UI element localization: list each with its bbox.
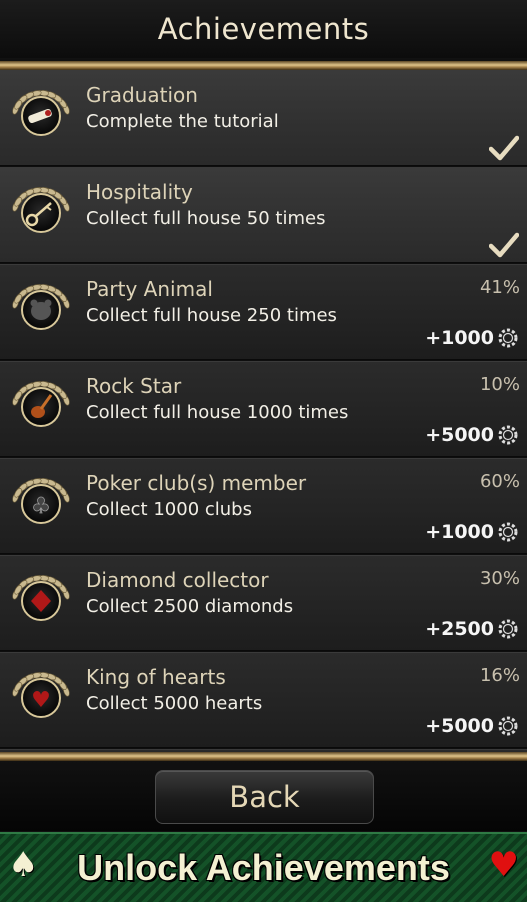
chip-icon — [498, 522, 518, 542]
reward-amount: +5000 — [425, 715, 494, 737]
progress-percent: 60% — [479, 471, 520, 492]
reward-amount: +2500 — [425, 618, 494, 640]
heart-icon: ♥ — [488, 845, 519, 885]
chip-icon — [498, 425, 518, 445]
achievement-description: Collect 1000 clubs — [86, 499, 252, 520]
progress-percent: 16% — [479, 665, 520, 686]
svg-text:♥: ♥ — [31, 688, 51, 713]
achievement-row[interactable]: ♥ King of hearts Collect 5000 hearts 16%… — [0, 652, 527, 748]
page-title: Achievements — [157, 12, 370, 46]
achievement-title: Graduation — [86, 83, 198, 107]
reward: +5000 — [425, 424, 518, 446]
achievement-description: Collect full house 1000 times — [86, 402, 349, 423]
unlock-achievements-label: Unlock Achievements — [77, 847, 450, 888]
spade-icon: ♠ — [8, 845, 39, 885]
achievement-row[interactable]: ♣ Poker club(s) member Collect 1000 club… — [0, 458, 527, 554]
achievement-title: Party Animal — [86, 277, 213, 301]
reward: +1000 — [425, 521, 518, 543]
progress-percent: 10% — [479, 374, 520, 395]
achievement-badge-heart-icon: ♥ — [7, 668, 75, 732]
achievement-title: Rock Star — [86, 374, 182, 398]
achievement-description: Collect full house 250 times — [86, 305, 337, 326]
progress-percent: 41% — [479, 277, 520, 298]
achievement-description: Collect full house 50 times — [86, 208, 326, 229]
back-button[interactable]: Back — [155, 770, 374, 824]
achievement-title: Poker club(s) member — [86, 471, 307, 495]
achievement-row[interactable]: Party Animal Collect full house 250 time… — [0, 264, 527, 360]
achievement-badge-animal-icon — [7, 280, 75, 344]
achievement-badge-key-icon — [7, 183, 75, 247]
achievement-row[interactable]: Rock Star Collect full house 1000 times … — [0, 361, 527, 457]
achievement-row[interactable]: Diamond collector Collect 2500 diamonds … — [0, 555, 527, 651]
achievement-badge-club-icon: ♣ — [7, 474, 75, 538]
chip-icon — [498, 716, 518, 736]
achievement-title: King of hearts — [86, 665, 226, 689]
achievement-row[interactable]: Hospitality Collect full house 50 times — [0, 167, 527, 263]
reward: +1000 — [425, 327, 518, 349]
achievement-description: Collect 5000 hearts — [86, 693, 263, 714]
gold-divider-bottom — [0, 752, 527, 761]
gold-divider-top — [0, 61, 527, 70]
reward-amount: +1000 — [425, 521, 494, 543]
achievement-badge-diploma-icon — [7, 86, 75, 150]
reward-amount: +5000 — [425, 424, 494, 446]
achievement-description: Complete the tutorial — [86, 111, 279, 132]
achievement-list[interactable]: Graduation Complete the tutorial Hospita… — [0, 70, 527, 752]
chip-icon — [498, 328, 518, 348]
svg-text:♣: ♣ — [31, 494, 51, 519]
achievement-title: Diamond collector — [86, 568, 269, 592]
chip-icon — [498, 619, 518, 639]
reward: +2500 — [425, 618, 518, 640]
achievement-badge-guitar-icon — [7, 377, 75, 441]
achievement-title: Hospitality — [86, 180, 193, 204]
achievement-badge-diamond-icon — [7, 571, 75, 635]
achievement-row[interactable]: Graduation Complete the tutorial — [0, 70, 527, 166]
header: Achievements — [0, 0, 527, 58]
reward-amount: +1000 — [425, 327, 494, 349]
achievement-description: Collect 2500 diamonds — [86, 596, 294, 617]
reward: +5000 — [425, 715, 518, 737]
progress-percent: 30% — [479, 568, 520, 589]
unlock-achievements-banner[interactable]: Unlock Achievements — [0, 832, 527, 902]
